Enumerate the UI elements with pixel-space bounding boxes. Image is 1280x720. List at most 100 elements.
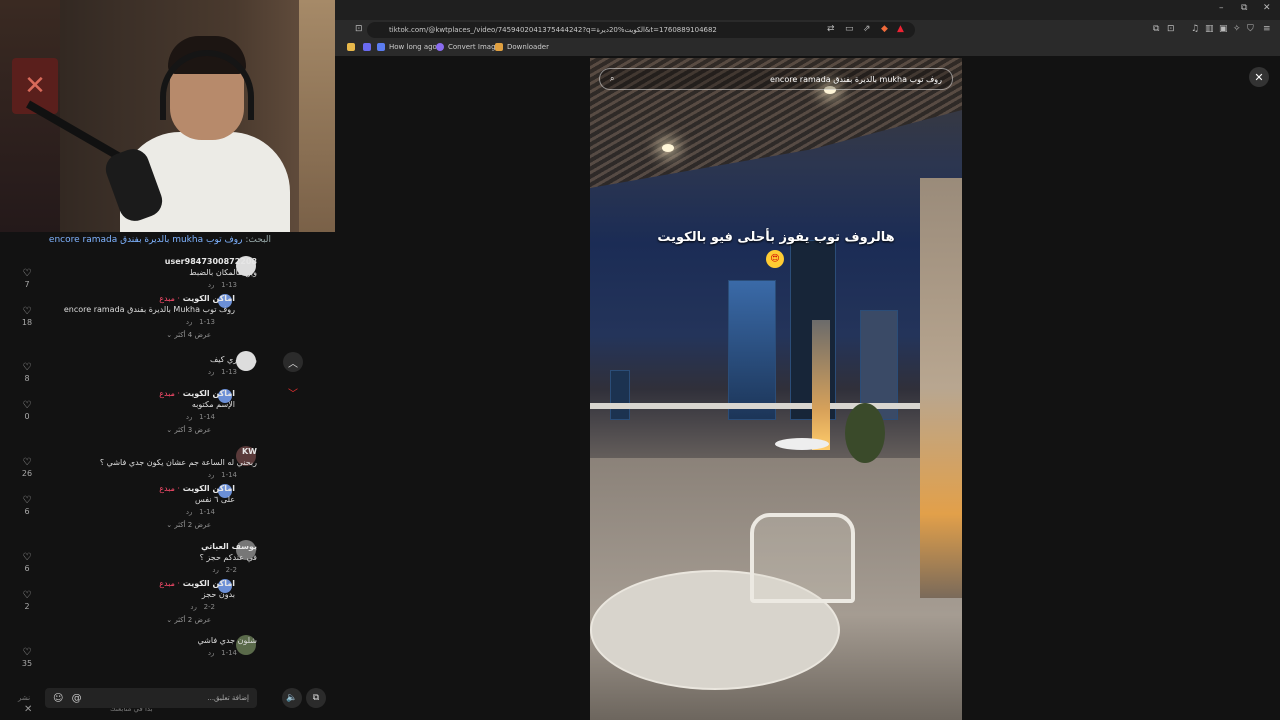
comment-username: اماكن الكويت bbox=[182, 294, 235, 303]
heart-icon: ♡ bbox=[22, 362, 32, 373]
view-more-replies[interactable]: عرض 2 أكثر ⌄ bbox=[25, 519, 211, 531]
comment-date: 1-13 bbox=[199, 318, 215, 326]
heart-icon: ♡ bbox=[22, 400, 32, 411]
reply-link[interactable]: رد bbox=[208, 281, 215, 289]
video-player[interactable]: ⌕ روف توب mukha بالديرة بفندق encore ram… bbox=[590, 58, 962, 720]
reply-link[interactable]: رد bbox=[208, 471, 215, 479]
comment-user[interactable]: user9847300872208 bbox=[47, 256, 257, 267]
heart-icon: ♡ bbox=[22, 552, 32, 563]
toolbar: ⊡ tiktok.com/@kwtplaces_/video/745940204… bbox=[335, 20, 1280, 40]
reply-link[interactable]: رد bbox=[208, 649, 215, 657]
close-video-button[interactable]: ✕ bbox=[1249, 67, 1269, 87]
comment-user[interactable]: اماكن الكويت · مبدع bbox=[25, 293, 235, 304]
window-close-icon[interactable]: ✕ bbox=[1263, 3, 1271, 13]
search-icon[interactable]: ⌕ bbox=[610, 74, 614, 84]
reply-link[interactable]: رد bbox=[186, 318, 193, 326]
view-more-replies[interactable]: عرض 4 أكثر ⌄ bbox=[25, 329, 211, 341]
video-chair bbox=[750, 513, 855, 603]
screen: ✕ البحث: روف توب mukha بالديرة بفندق enc… bbox=[0, 0, 1280, 720]
bookmark-favicon bbox=[377, 43, 385, 51]
bookmark-icon[interactable]: ⊡ bbox=[355, 24, 363, 34]
like-button[interactable]: ♡ 2 bbox=[18, 590, 36, 611]
comment-meta: 1-13 رد bbox=[25, 315, 215, 329]
comment-user[interactable]: اماكن الكويت · مبدع bbox=[25, 578, 235, 589]
comment-date: 2-2 bbox=[203, 603, 215, 611]
bookmark-downloader[interactable]: Downloader bbox=[495, 43, 549, 51]
comment-meta: 1-14 رد bbox=[25, 505, 215, 519]
url-text: tiktok.com/@kwtplaces_/video/74594020413… bbox=[389, 26, 717, 34]
vpn-icon[interactable]: ⛉ bbox=[1247, 24, 1254, 34]
title-bar: – ⧉ ✕ bbox=[335, 0, 1280, 20]
video-caption: هالروف توب يفوز بأحلى فيو بالكويت bbox=[657, 230, 895, 245]
like-button[interactable]: ♡ 6 bbox=[18, 552, 36, 573]
bookmark-link[interactable] bbox=[363, 43, 371, 51]
view-more-label: عرض 3 أكثر bbox=[174, 426, 211, 434]
video-search-bar[interactable]: ⌕ روف توب mukha بالديرة بفندق encore ram… bbox=[599, 68, 953, 90]
search-hint[interactable]: البحث: روف توب mukha بالديرة بفندق encor… bbox=[49, 235, 271, 245]
reply-link[interactable]: رد bbox=[208, 368, 215, 376]
close-icon[interactable]: ✕ bbox=[24, 704, 32, 715]
like-button[interactable]: ♡ 8 bbox=[18, 362, 36, 383]
sidebar-icon[interactable]: ▥ bbox=[1205, 24, 1214, 34]
view-more-replies[interactable]: عرض 3 أكثر ⌄ bbox=[25, 424, 211, 436]
like-button[interactable]: ♡ 7 bbox=[18, 268, 36, 289]
brave-shield-icon[interactable]: ◆ bbox=[881, 24, 888, 34]
emoji-icon[interactable]: ☺ bbox=[53, 693, 63, 704]
view-more-replies[interactable]: عرض 2 أكثر ⌄ bbox=[25, 614, 211, 626]
like-count: 8 bbox=[24, 374, 30, 383]
next-video-button[interactable]: ﹀ bbox=[283, 382, 303, 402]
heart-eyes-emoji: 😍 bbox=[766, 250, 784, 268]
restore-icon[interactable]: ⧉ bbox=[1241, 3, 1247, 13]
reply-link[interactable]: رد bbox=[186, 413, 193, 421]
comment-meta: 1-14 رد bbox=[47, 468, 237, 482]
video-small-table bbox=[775, 438, 829, 450]
translate-icon[interactable]: ⇄ bbox=[827, 24, 835, 34]
post-label[interactable]: نشر bbox=[18, 694, 30, 702]
extensions-icon[interactable]: ⧉ bbox=[1153, 24, 1159, 34]
video-building bbox=[728, 280, 776, 420]
minimize-icon[interactable]: – bbox=[1219, 3, 1224, 13]
share-icon[interactable]: ⇗ bbox=[863, 24, 871, 34]
folder-icon[interactable] bbox=[347, 43, 355, 51]
ai-icon[interactable]: ✧ bbox=[1233, 24, 1241, 34]
comment-user[interactable]: اماكن الكويت · مبدع bbox=[25, 483, 235, 494]
reply-link[interactable]: رد bbox=[212, 566, 219, 574]
like-button[interactable]: ♡ 6 bbox=[18, 495, 36, 516]
comment-user[interactable]: يوسف العباتي bbox=[47, 541, 257, 552]
bookmark-convert-image[interactable]: Convert Image bbox=[436, 43, 500, 51]
video-building bbox=[610, 370, 630, 420]
comment-item: واسماري كيف 1-13 رد bbox=[47, 354, 257, 379]
prev-video-button[interactable]: ︿ bbox=[283, 352, 303, 372]
comment-date: 1-13 bbox=[221, 368, 237, 376]
comment-user[interactable]: اماكن الكويت · مبدع bbox=[25, 388, 235, 399]
close-icon: ✕ bbox=[1254, 70, 1264, 84]
copy-link-button[interactable]: ⧉ bbox=[306, 688, 326, 708]
volume-button[interactable]: 🔈 bbox=[282, 688, 302, 708]
comment-user[interactable]: KW bbox=[47, 446, 257, 457]
mention-icon[interactable]: @ bbox=[72, 693, 82, 704]
comment-text: ربحني له الساعة جم عشان يكون جدي فاشي ؟ bbox=[99, 458, 257, 467]
comment-meta: 2-2 رد bbox=[25, 600, 215, 614]
heart-icon: ♡ bbox=[22, 268, 32, 279]
creator-badge: · مبدع bbox=[159, 579, 180, 588]
music-icon[interactable]: ♫ bbox=[1191, 24, 1199, 34]
like-button[interactable]: ♡ 26 bbox=[18, 457, 36, 478]
screenshot-icon[interactable]: ⊡ bbox=[1167, 24, 1175, 34]
bookmark-how-long-ago[interactable]: How long ago bbox=[377, 43, 437, 51]
like-count: 6 bbox=[24, 507, 30, 516]
menu-icon[interactable]: ≡ bbox=[1263, 24, 1271, 34]
reply-link[interactable]: رد bbox=[186, 508, 193, 516]
comment-date: 1-14 bbox=[199, 508, 215, 516]
comment-input-bar[interactable]: ☺ @ إضافة تعليق... bbox=[45, 688, 257, 708]
reply-link[interactable]: رد bbox=[190, 603, 197, 611]
rewards-icon[interactable]: ▲ bbox=[897, 24, 904, 34]
like-button[interactable]: ♡ 35 bbox=[18, 647, 36, 668]
comment-meta: 1-13 رد bbox=[47, 365, 237, 379]
like-button[interactable]: ♡ 0 bbox=[18, 400, 36, 421]
comments-panel: البحث: روف توب mukha بالديرة بفندق encor… bbox=[0, 232, 335, 720]
cast-icon[interactable]: ▭ bbox=[845, 24, 854, 34]
like-button[interactable]: ♡ 18 bbox=[18, 306, 36, 327]
comment-input[interactable]: إضافة تعليق... bbox=[207, 694, 249, 702]
wallet-icon[interactable]: ▣ bbox=[1219, 24, 1228, 34]
like-count: 35 bbox=[21, 659, 33, 668]
